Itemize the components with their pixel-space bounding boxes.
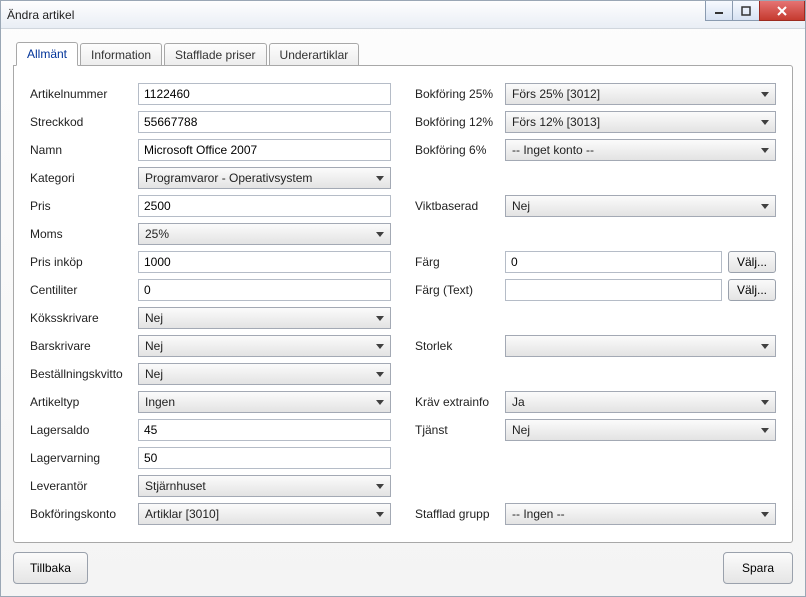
koksskrivare-value: Nej <box>145 311 163 325</box>
bokforing6-select[interactable]: -- Inget konto -- <box>505 139 776 161</box>
close-button[interactable] <box>759 1 805 21</box>
bokforing12-value: Förs 12% [3013] <box>512 115 600 129</box>
bokforingskonto-label: Bokföringskonto <box>30 507 138 521</box>
stafflad-grupp-label: Stafflad grupp <box>415 507 505 521</box>
barskrivare-value: Nej <box>145 339 163 353</box>
artikeltyp-value: Ingen <box>145 395 175 409</box>
centiliter-label: Centiliter <box>30 283 138 297</box>
content: Allmänt Information Stafflade priser Und… <box>1 29 805 555</box>
tabpanel-allmant: Artikelnummer Streckkod Namn Kategori Pro… <box>13 65 793 543</box>
bokforing25-value: Förs 25% [3012] <box>512 87 600 101</box>
koksskrivare-label: Köksskrivare <box>30 311 138 325</box>
stafflad-grupp-select[interactable]: -- Ingen -- <box>505 503 776 525</box>
pris-input[interactable] <box>138 195 391 217</box>
kategori-label: Kategori <box>30 171 138 185</box>
minimize-button[interactable] <box>705 1 733 21</box>
tab-allmant[interactable]: Allmänt <box>16 42 78 66</box>
artikeltyp-label: Artikeltyp <box>30 395 138 409</box>
bestallningskvitto-value: Nej <box>145 367 163 381</box>
right-column: Bokföring 25% Förs 25% [3012] Bokföring 1… <box>415 80 776 528</box>
bokforingskonto-value: Artiklar [3010] <box>145 507 219 521</box>
farg-valj-button[interactable]: Välj... <box>728 251 776 273</box>
prisinkop-input[interactable] <box>138 251 391 273</box>
bokforing12-select[interactable]: Förs 12% [3013] <box>505 111 776 133</box>
viktbaserad-value: Nej <box>512 199 530 213</box>
fargtext-valj-button[interactable]: Välj... <box>728 279 776 301</box>
viktbaserad-label: Viktbaserad <box>415 199 505 213</box>
bokforing6-label: Bokföring 6% <box>415 143 505 157</box>
moms-value: 25% <box>145 227 169 241</box>
kategori-value: Programvaror - Operativsystem <box>145 171 312 185</box>
leverantor-value: Stjärnhuset <box>145 479 206 493</box>
bestallningskvitto-label: Beställningskvitto <box>30 367 138 381</box>
krav-extrainfo-value: Ja <box>512 395 525 409</box>
window: Ändra artikel Allmänt Information Staffl… <box>0 0 806 597</box>
bokforing12-label: Bokföring 12% <box>415 115 505 129</box>
kategori-select[interactable]: Programvaror - Operativsystem <box>138 167 391 189</box>
barskrivare-select[interactable]: Nej <box>138 335 391 357</box>
bokforing6-value: -- Inget konto -- <box>512 143 594 157</box>
moms-label: Moms <box>30 227 138 241</box>
lagervarning-input[interactable] <box>138 447 391 469</box>
bokforing25-select[interactable]: Förs 25% [3012] <box>505 83 776 105</box>
window-controls <box>706 1 805 21</box>
prisinkop-label: Pris inköp <box>30 255 138 269</box>
farg-label: Färg <box>415 255 505 269</box>
bottom-buttons: Tillbaka Spara <box>13 552 793 584</box>
maximize-icon <box>741 6 751 16</box>
tab-information[interactable]: Information <box>80 43 162 66</box>
leverantor-select[interactable]: Stjärnhuset <box>138 475 391 497</box>
koksskrivare-select[interactable]: Nej <box>138 307 391 329</box>
fargtext-input[interactable] <box>505 279 722 301</box>
tjanst-value: Nej <box>512 423 530 437</box>
bestallningskvitto-select[interactable]: Nej <box>138 363 391 385</box>
moms-select[interactable]: 25% <box>138 223 391 245</box>
stafflad-grupp-value: -- Ingen -- <box>512 507 565 521</box>
namn-label: Namn <box>30 143 138 157</box>
close-icon <box>776 6 788 16</box>
titlebar: Ändra artikel <box>1 1 805 29</box>
left-column: Artikelnummer Streckkod Namn Kategori Pro… <box>30 80 391 528</box>
streckkod-input[interactable] <box>138 111 391 133</box>
pris-label: Pris <box>30 199 138 213</box>
lagersaldo-label: Lagersaldo <box>30 423 138 437</box>
leverantor-label: Leverantör <box>30 479 138 493</box>
tjanst-select[interactable]: Nej <box>505 419 776 441</box>
minimize-icon <box>714 6 724 16</box>
window-title: Ändra artikel <box>7 8 74 22</box>
lagersaldo-input[interactable] <box>138 419 391 441</box>
tjanst-label: Tjänst <box>415 423 505 437</box>
bokforingskonto-select[interactable]: Artiklar [3010] <box>138 503 391 525</box>
tab-underartiklar[interactable]: Underartiklar <box>269 43 360 66</box>
lagervarning-label: Lagervarning <box>30 451 138 465</box>
farg-input[interactable] <box>505 251 722 273</box>
artikelnummer-input[interactable] <box>138 83 391 105</box>
streckkod-label: Streckkod <box>30 115 138 129</box>
tab-stafflade-priser[interactable]: Stafflade priser <box>164 43 267 66</box>
storlek-label: Storlek <box>415 339 505 353</box>
barskrivare-label: Barskrivare <box>30 339 138 353</box>
bokforing25-label: Bokföring 25% <box>415 87 505 101</box>
centiliter-input[interactable] <box>138 279 391 301</box>
fargtext-label: Färg (Text) <box>415 283 505 297</box>
back-button[interactable]: Tillbaka <box>13 552 88 584</box>
krav-extrainfo-label: Kräv extrainfo <box>415 395 505 409</box>
artikelnummer-label: Artikelnummer <box>30 87 138 101</box>
maximize-button[interactable] <box>732 1 760 21</box>
tabstrip: Allmänt Information Stafflade priser Und… <box>16 41 793 65</box>
viktbaserad-select[interactable]: Nej <box>505 195 776 217</box>
storlek-select[interactable] <box>505 335 776 357</box>
namn-input[interactable] <box>138 139 391 161</box>
save-button[interactable]: Spara <box>723 552 793 584</box>
krav-extrainfo-select[interactable]: Ja <box>505 391 776 413</box>
artikeltyp-select[interactable]: Ingen <box>138 391 391 413</box>
